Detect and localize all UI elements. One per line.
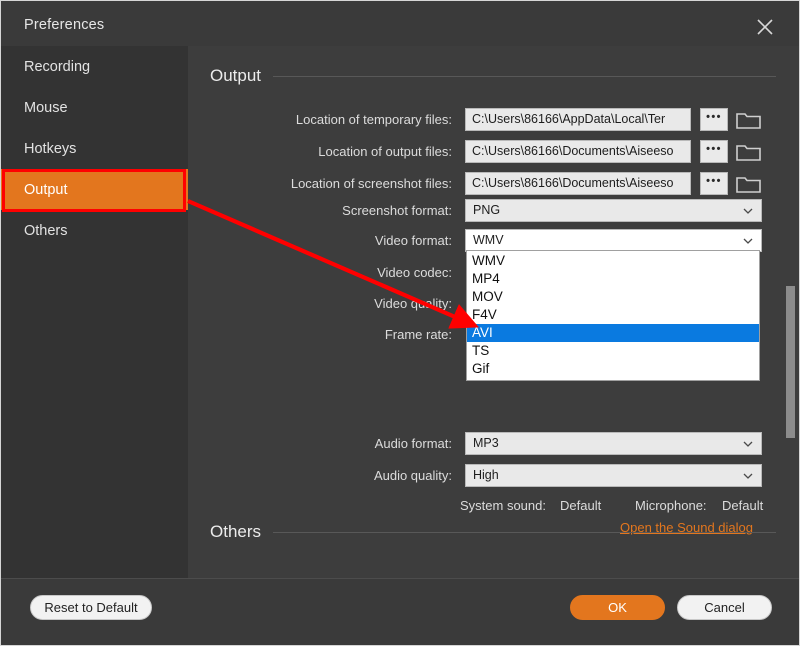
folder-icon[interactable] (736, 173, 762, 195)
sidebar-item-mouse[interactable]: Mouse (0, 87, 188, 128)
ellipsis-icon: ••• (706, 110, 722, 123)
sidebar-item-output[interactable]: Output (0, 169, 188, 210)
browse-output-files-button[interactable]: ••• (700, 140, 728, 163)
ok-button[interactable]: OK (570, 595, 665, 620)
chevron-down-icon (743, 473, 753, 479)
cancel-button[interactable]: Cancel (677, 595, 772, 620)
chevron-down-icon (743, 208, 753, 214)
dropdown-option-wmv[interactable]: WMV (467, 252, 759, 270)
label-output-files: Location of output files: (318, 144, 452, 159)
main-scrollbar-track[interactable] (784, 46, 796, 578)
dropdown-option-mp4[interactable]: MP4 (467, 270, 759, 288)
others-section-title: Others (210, 522, 262, 541)
browse-screenshot-files-button[interactable]: ••• (700, 172, 728, 195)
reset-to-default-label: Reset to Default (44, 600, 138, 615)
label-microphone: Microphone: (635, 498, 707, 513)
label-temp-files: Location of temporary files: (295, 112, 452, 127)
title-bar: Preferences (0, 6, 800, 46)
close-icon[interactable] (748, 12, 782, 42)
others-section-header: Others (210, 522, 776, 542)
section-divider (273, 531, 776, 533)
dropdown-option-mov[interactable]: MOV (467, 288, 759, 306)
value-system-sound: Default (560, 498, 602, 513)
sidebar-item-hotkeys[interactable]: Hotkeys (0, 128, 188, 169)
value-microphone: Default (722, 498, 764, 513)
ellipsis-icon: ••• (706, 142, 722, 155)
main-scrollbar-thumb[interactable] (786, 286, 795, 438)
dropdown-option-f4v[interactable]: F4V (467, 306, 759, 324)
sidebar-item-recording[interactable]: Recording (0, 46, 188, 87)
select-video-format-value: WMV (473, 233, 504, 247)
label-video-quality: Video quality: (374, 296, 452, 311)
select-audio-quality[interactable]: High (465, 464, 762, 487)
chevron-down-icon (743, 441, 753, 447)
browse-temp-files-button[interactable]: ••• (700, 108, 728, 131)
sidebar-item-others[interactable]: Others (0, 210, 188, 251)
ok-label: OK (608, 600, 627, 615)
cancel-label: Cancel (704, 600, 745, 615)
preferences-window: Preferences Recording Mouse Hotkeys Outp… (0, 0, 800, 646)
sidebar: Recording Mouse Hotkeys Output Others (0, 46, 188, 578)
folder-icon[interactable] (736, 141, 762, 163)
select-screenshot-format[interactable]: PNG (465, 199, 762, 222)
output-section-header: Output (210, 66, 776, 86)
sidebar-item-label: Recording (24, 58, 91, 75)
label-screenshot-format: Screenshot format: (342, 203, 452, 218)
select-video-format[interactable]: WMV (465, 229, 762, 252)
reset-to-default-button[interactable]: Reset to Default (30, 595, 152, 620)
label-audio-format: Audio format: (374, 436, 452, 451)
chevron-down-icon (743, 238, 753, 244)
input-screenshot-files-path[interactable]: C:\Users\86166\Documents\Aiseeso (465, 172, 691, 195)
select-audio-format-value: MP3 (473, 436, 499, 450)
dropdown-option-ts[interactable]: TS (467, 342, 759, 360)
label-video-codec: Video codec: (377, 265, 452, 280)
select-audio-format[interactable]: MP3 (465, 432, 762, 455)
section-divider (273, 75, 776, 77)
input-output-files-path[interactable]: C:\Users\86166\Documents\Aiseeso (465, 140, 691, 163)
label-frame-rate: Frame rate: (384, 327, 452, 342)
folder-icon[interactable] (736, 109, 762, 131)
dropdown-option-gif[interactable]: Gif (467, 360, 759, 378)
sidebar-item-label: Output (24, 181, 68, 198)
window-title: Preferences (24, 17, 105, 33)
label-audio-quality: Audio quality: (373, 468, 452, 483)
footer-bar: Reset to Default OK Cancel (0, 578, 800, 640)
label-system-sound: System sound: (460, 498, 546, 513)
sidebar-item-label: Mouse (24, 99, 68, 116)
sidebar-item-label: Hotkeys (24, 140, 77, 157)
label-video-format: Video format: (374, 233, 452, 248)
select-screenshot-format-value: PNG (473, 203, 501, 217)
select-audio-quality-value: High (473, 468, 499, 482)
output-section-title: Output (210, 66, 262, 85)
dropdown-option-avi[interactable]: AVI (467, 324, 759, 342)
input-temp-files-path[interactable]: C:\Users\86166\AppData\Local\Ter (465, 108, 691, 131)
label-screenshot-files: Location of screenshot files: (290, 176, 452, 191)
dropdown-video-format-list[interactable]: WMV MP4 MOV F4V AVI TS Gif (466, 250, 760, 381)
ellipsis-icon: ••• (706, 174, 722, 187)
sidebar-item-label: Others (24, 222, 68, 239)
